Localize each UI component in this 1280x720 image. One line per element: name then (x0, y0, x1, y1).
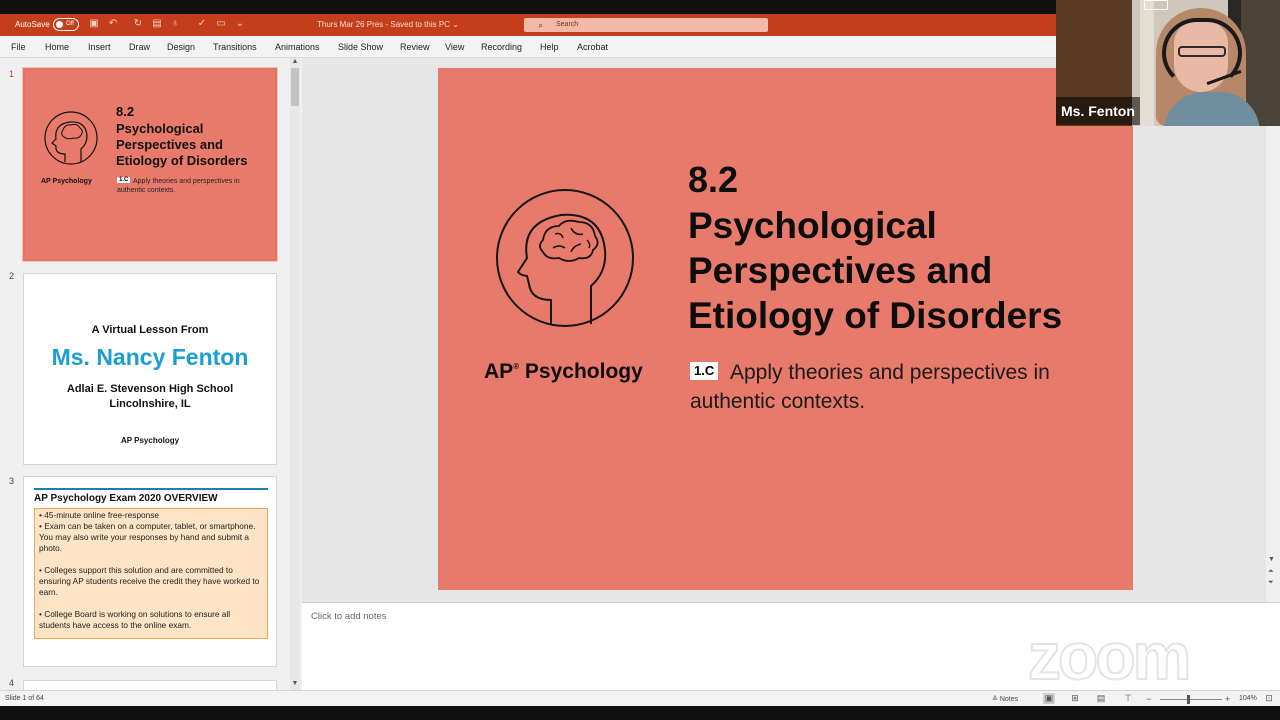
autosave-toggle[interactable]: Off (53, 18, 79, 31)
undo-icon[interactable]: ↶ (107, 18, 119, 30)
slide-thumbnail-1[interactable]: 8.2 Psychological Perspectives and Etiol… (23, 68, 277, 261)
tab-file[interactable]: File (11, 42, 26, 52)
zoom-level[interactable]: 104% (1239, 695, 1257, 702)
slide-title: Psychological Perspectives and Etiology … (688, 205, 1063, 336)
slide-lesson-number: 8.2 (688, 159, 739, 200)
thumb2-course: AP Psychology (120, 436, 180, 445)
head-brain-icon (44, 111, 98, 165)
slide-subtitle: Apply theories and perspectives in authe… (690, 361, 1050, 413)
head-brain-icon (496, 189, 634, 327)
thumbnail-scrollbar[interactable]: ▲ ▼ (290, 58, 300, 690)
thumb3-bullet: • 45-minute online free-response (39, 510, 160, 520)
thumb2-school: Adlai E. Stevenson High School Lincolnsh… (24, 382, 276, 412)
current-slide[interactable]: 8.2 Psychological Perspectives and Etiol… (438, 68, 1133, 590)
tab-review[interactable]: Review (400, 42, 430, 52)
title-bar: AutoSave Off ▣ ↶ ↻ ▤ ♁ ✓ ▭ ⌄ Thurs Mar 2… (0, 14, 1056, 36)
thumb3-bullet: • Exam can be taken on a computer, table… (39, 521, 256, 553)
tab-slide-show[interactable]: Slide Show (338, 42, 383, 52)
thumb-slide-number: 8.2 (116, 104, 135, 119)
thumb3-rule (34, 488, 268, 490)
folder-icon[interactable]: ▭ (215, 18, 227, 30)
thumb3-bullet: • College Board is working on solutions … (39, 609, 231, 630)
document-title[interactable]: Thurs Mar 26 Pres - Saved to this PC ⌄ (317, 20, 459, 29)
fit-to-window-icon[interactable]: ⊡ (1263, 693, 1275, 704)
tab-animations[interactable]: Animations (275, 42, 320, 52)
zoom-slider[interactable] (1160, 695, 1222, 704)
thumb-skill-tag: 1.C (117, 177, 131, 183)
thumb2-intro: A Virtual Lesson From (91, 324, 209, 336)
slide-thumbnail-2[interactable]: A Virtual Lesson From Ms. Nancy Fenton A… (23, 273, 277, 465)
thumb-course-label: AP Psychology (41, 178, 92, 185)
slide-course-label: AP® Psychology (484, 360, 643, 383)
thumb-number: 1 (9, 69, 15, 79)
status-bar: Slide 1 of 64 ≙ Notes ▣ ⊞ ▤ ⊤ − + 104% ⊡ (0, 690, 1280, 706)
notes-button[interactable]: ≙ Notes (992, 695, 1018, 703)
notes-placeholder: Click to add notes (311, 611, 387, 622)
tab-acrobat[interactable]: Acrobat (577, 42, 608, 52)
scrollbar-thumb[interactable] (291, 68, 299, 106)
search-icon: ⌕ (538, 20, 544, 30)
tab-design[interactable]: Design (167, 42, 195, 52)
present-icon[interactable]: ▤ (151, 18, 163, 30)
thumb2-presenter-name: Ms. Nancy Fenton (51, 344, 249, 370)
format-painter-icon[interactable]: ♁ (169, 18, 181, 30)
autosave-label: AutoSave (15, 20, 50, 29)
next-slide-icon[interactable]: ⏷ (1268, 579, 1274, 587)
spelling-icon[interactable]: ✓ (196, 18, 208, 30)
thumb3-header: AP Psychology Exam 2020 OVERVIEW (34, 493, 218, 504)
tab-view[interactable]: View (445, 42, 464, 52)
thumb-number: 4 (9, 678, 15, 688)
tab-recording[interactable]: Recording (481, 42, 522, 52)
thumb-subtitle: Apply theories and perspectives in authe… (117, 178, 240, 194)
slide-thumbnail-3[interactable]: AP Psychology Exam 2020 OVERVIEW • 45-mi… (23, 476, 277, 667)
search-input[interactable]: ⌕ Search (524, 18, 768, 32)
save-icon[interactable]: ▣ (88, 18, 100, 30)
scroll-up-icon[interactable]: ▲ (290, 58, 300, 65)
tab-transitions[interactable]: Transitions (213, 42, 257, 52)
thumb-slide-title: Psychological Perspectives and Etiology … (116, 121, 248, 168)
redo-icon[interactable]: ↻ (132, 18, 144, 30)
thumb3-bullet: • Colleges support this solution and are… (39, 565, 260, 597)
zoom-slider-knob[interactable] (1187, 695, 1190, 704)
zoom-logo: zoom (1027, 619, 1192, 693)
thumb-number: 3 (9, 476, 15, 486)
taskbar-strip (0, 706, 1280, 720)
participant-name: Ms. Fenton (1056, 97, 1140, 125)
thumb3-overview-box: • 45-minute online free-response • Exam … (34, 508, 268, 639)
thumb2-school-line2: Lincolnshire, IL (109, 398, 191, 410)
door-frame (1140, 0, 1154, 126)
search-placeholder: Search (556, 21, 579, 28)
slideshow-view-icon[interactable]: ⊤ (1122, 693, 1134, 704)
webcam-video[interactable]: Ms. Fenton (1056, 0, 1280, 126)
slide-sorter-icon[interactable]: ⊞ (1069, 693, 1081, 704)
scroll-down-icon[interactable]: ▼ (1268, 556, 1275, 563)
slide-indicator: Slide 1 of 64 (5, 695, 44, 702)
customize-qat-icon[interactable]: ⌄ (234, 18, 246, 30)
reading-view-icon[interactable]: ▤ (1095, 693, 1107, 704)
slide-skill-tag: 1.C (690, 362, 719, 380)
ribbon-tabs: File Home Insert Draw Design Transitions… (0, 36, 1056, 58)
headset (1162, 18, 1242, 88)
slide-thumbnail-pane: 1 8.2 Psychological Perspectives and Eti… (0, 58, 302, 692)
thumb-number: 2 (9, 271, 15, 281)
tab-draw[interactable]: Draw (129, 42, 150, 52)
window (1144, 0, 1168, 10)
notes-icon: ≙ (992, 696, 1000, 703)
scroll-down-icon[interactable]: ▼ (290, 680, 300, 687)
thumb2-school-line1: Adlai E. Stevenson High School (66, 383, 234, 395)
tab-insert[interactable]: Insert (88, 42, 111, 52)
zoom-out-icon[interactable]: − (1146, 694, 1151, 704)
tab-home[interactable]: Home (45, 42, 69, 52)
tab-help[interactable]: Help (540, 42, 559, 52)
normal-view-icon[interactable]: ▣ (1043, 693, 1055, 704)
slide-scrollbar[interactable]: ▼ ⏶ ⏷ (1266, 58, 1280, 602)
zoom-in-icon[interactable]: + (1225, 694, 1230, 704)
previous-slide-icon[interactable]: ⏶ (1268, 568, 1274, 576)
